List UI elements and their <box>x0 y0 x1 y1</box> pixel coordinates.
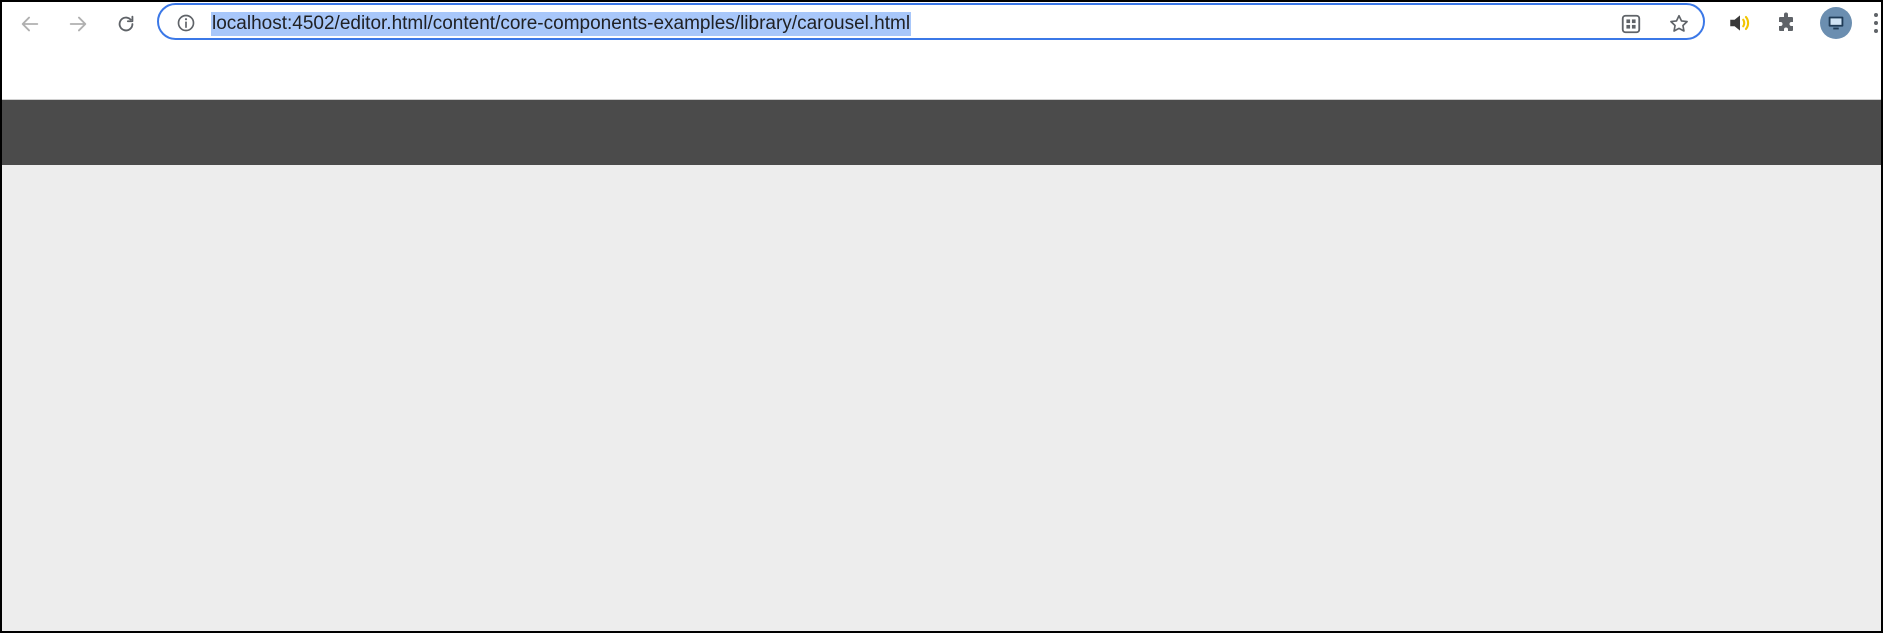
info-icon[interactable] <box>176 13 196 33</box>
url-text[interactable]: localhost:4502/editor.html/content/core-… <box>211 12 912 36</box>
reload-icon <box>118 15 134 32</box>
editor-canvas <box>2 165 1881 631</box>
page-top-area <box>2 44 1881 99</box>
arrow-right-icon <box>69 16 87 32</box>
forward-button[interactable] <box>62 8 94 40</box>
kebab-menu-icon[interactable] <box>1872 10 1880 36</box>
back-button[interactable] <box>14 8 46 40</box>
avatar-icon[interactable] <box>1820 7 1852 39</box>
editor-header-bar <box>2 99 1881 165</box>
apps-grid-icon[interactable] <box>1619 12 1643 36</box>
browser-window: localhost:4502/editor.html/content/core-… <box>0 0 1883 633</box>
arrow-left-icon <box>21 16 39 32</box>
star-icon[interactable] <box>1667 12 1691 36</box>
speaker-icon[interactable] <box>1727 10 1753 36</box>
reload-button[interactable] <box>110 8 142 40</box>
browser-toolbar: localhost:4502/editor.html/content/core-… <box>2 2 1881 44</box>
puzzle-icon[interactable] <box>1774 10 1800 36</box>
address-bar[interactable]: localhost:4502/editor.html/content/core-… <box>157 3 1705 40</box>
